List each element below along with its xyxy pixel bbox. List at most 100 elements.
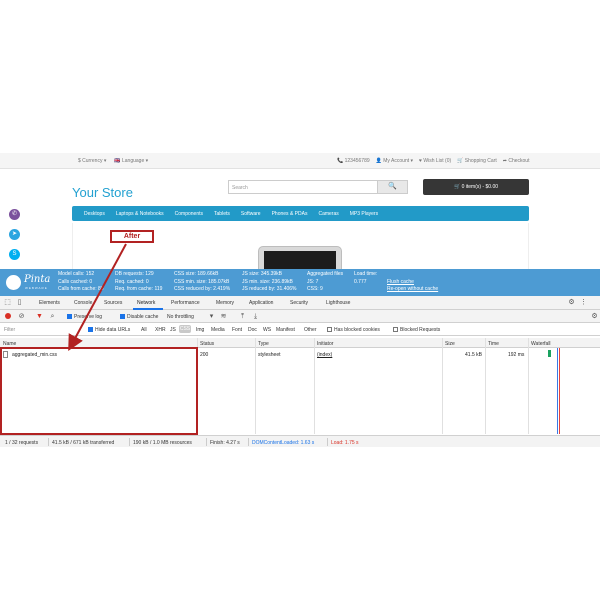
search-icon: 🔍: [388, 183, 397, 190]
type-filter-js[interactable]: JS: [170, 327, 176, 333]
store-topbar: $ Currency ▾ 🇬🇧 Language ▾ 📞 123456789 👤…: [0, 153, 600, 169]
reopen-without-cache-link[interactable]: Re-open without cache: [387, 286, 438, 294]
gear-icon[interactable]: ⚙: [568, 299, 575, 306]
profiler-db-requests: DB requests: 129 Req. cached: 0 Req. from …: [115, 271, 163, 292]
filter-input[interactable]: Filter: [4, 327, 15, 333]
tab-application[interactable]: Application: [249, 300, 273, 306]
wishlist-link[interactable]: ♥ Wish List (0): [419, 158, 451, 164]
checkbox-checked-icon: [88, 327, 93, 332]
viber-icon[interactable]: ✆: [9, 209, 20, 220]
tab-sources[interactable]: Sources: [104, 300, 122, 306]
type-filter-xhr[interactable]: XHR: [155, 327, 166, 333]
nav-item-components[interactable]: Components: [175, 211, 203, 217]
language-dropdown[interactable]: 🇬🇧 Language ▾: [114, 158, 148, 164]
blocked-requests-checkbox[interactable]: Blocked Requests: [393, 327, 440, 333]
export-har-icon[interactable]: ⤓: [252, 313, 259, 320]
type-filter-ws[interactable]: WS: [263, 327, 271, 333]
device-toggle-icon[interactable]: ▯: [16, 299, 23, 306]
type-filter-media[interactable]: Media: [211, 327, 225, 333]
inspect-icon[interactable]: ⬚: [4, 299, 11, 306]
profiler-aggregated-files: Aggregated files JS: 7 CSS: 9: [307, 271, 344, 292]
profiler-links: Flush cache Re-open without cache: [387, 279, 438, 294]
load-time: Load: 1.75 s: [331, 440, 359, 446]
nav-item-phones[interactable]: Phones & PDAs: [272, 211, 308, 217]
import-har-icon[interactable]: ⤒: [239, 313, 246, 320]
tab-memory[interactable]: Memory: [216, 300, 234, 306]
profiler-js-size: JS size: 345.39kB JS min. size: 236.89kB J…: [242, 271, 297, 292]
column-type[interactable]: Type: [258, 341, 269, 347]
nav-item-laptops[interactable]: Laptops & Notebooks: [116, 211, 164, 217]
nav-item-tablets[interactable]: Tablets: [214, 211, 230, 217]
disable-cache-checkbox[interactable]: Disable cache: [120, 314, 158, 320]
column-size[interactable]: Size: [445, 341, 455, 347]
type-filter-css[interactable]: CSS: [179, 325, 191, 333]
currency-dropdown[interactable]: $ Currency ▾: [78, 158, 106, 164]
divider: [129, 438, 130, 446]
divider: [206, 438, 207, 446]
shopping-cart-link[interactable]: 🛒 Shopping Cart: [457, 158, 497, 164]
profiler-model-calls: Model calls: 152 Calls cached: 0 Calls fro…: [58, 271, 104, 292]
record-icon[interactable]: [5, 313, 11, 319]
transferred-size: 41.5 kB / 671 kB transferred: [52, 440, 115, 446]
request-status: 200: [200, 352, 209, 358]
tab-performance[interactable]: Performance: [171, 300, 200, 306]
tab-security[interactable]: Security: [290, 300, 308, 306]
dom-content-loaded-time: DOMContentLoaded: 1.63 s: [252, 440, 315, 446]
checkbox-unchecked-icon: [393, 327, 398, 332]
divider: [327, 438, 328, 446]
type-filter-other[interactable]: Other: [304, 327, 317, 333]
type-filter-doc[interactable]: Doc: [248, 327, 257, 333]
resources-size: 190 kB / 1.0 MB resources: [133, 440, 192, 446]
store-title[interactable]: Your Store: [72, 185, 133, 200]
column-status[interactable]: Status: [200, 341, 214, 347]
divider: [248, 438, 249, 446]
filter-icon[interactable]: ▼: [36, 313, 43, 320]
clear-icon[interactable]: ⊘: [18, 313, 25, 320]
preserve-log-checkbox[interactable]: Preserve log: [67, 314, 102, 320]
search-icon[interactable]: ⌕: [49, 313, 56, 320]
search-input[interactable]: Search: [228, 180, 378, 194]
phone-link[interactable]: 📞 123456789: [337, 158, 370, 164]
nav-item-desktops[interactable]: Desktops: [84, 211, 105, 217]
hide-data-urls-checkbox[interactable]: Hide data URLs: [88, 327, 130, 333]
after-annotation-label: After: [110, 230, 154, 243]
skype-icon[interactable]: S: [9, 249, 20, 260]
network-settings-icon[interactable]: ⚙: [591, 313, 598, 320]
request-initiator-link[interactable]: (index): [317, 352, 332, 358]
network-filter-bar: Filter Hide data URLs All XHR JS CSS Img…: [0, 323, 600, 336]
throttling-select[interactable]: No throttling: [167, 314, 194, 320]
tab-network[interactable]: Network: [137, 300, 155, 306]
type-filter-manifest[interactable]: Manifest: [276, 327, 295, 333]
network-toolbar: ⊘ ▼ ⌕ Preserve log Disable cache No thro…: [0, 310, 600, 323]
requests-count: 1 / 32 requests: [5, 440, 39, 446]
chevron-down-icon[interactable]: ▾: [208, 313, 215, 320]
blocked-cookies-checkbox[interactable]: Has blocked cookies: [327, 327, 380, 333]
tab-elements[interactable]: Elements: [39, 300, 60, 306]
logo-text: Pinta: [24, 274, 51, 285]
nav-item-cameras[interactable]: Cameras: [318, 211, 338, 217]
search-button[interactable]: 🔍: [377, 180, 408, 194]
logo-subtext: WEBWARE: [25, 286, 48, 290]
load-marker: [559, 348, 560, 434]
dom-content-loaded-marker: [557, 348, 558, 434]
type-filter-font[interactable]: Font: [232, 327, 242, 333]
column-waterfall[interactable]: Waterfall: [531, 341, 551, 347]
flush-cache-link[interactable]: Flush cache: [387, 279, 438, 287]
type-filter-img[interactable]: Img: [196, 327, 204, 333]
nav-item-software[interactable]: Software: [241, 211, 261, 217]
my-account-dropdown[interactable]: 👤 My Account ▾: [376, 158, 413, 164]
telegram-icon[interactable]: ➤: [9, 229, 20, 240]
pinta-logo: Pinta WEBWARE: [6, 273, 56, 292]
logo-icon: [6, 275, 21, 290]
type-filter-all[interactable]: All: [141, 327, 147, 333]
cart-button[interactable]: 🛒 0 item(s) - $0.00: [423, 179, 529, 195]
tab-lighthouse[interactable]: Lighthouse: [326, 300, 350, 306]
column-initiator[interactable]: Initiator: [317, 341, 333, 347]
column-time[interactable]: Time: [488, 341, 499, 347]
wifi-icon[interactable]: ≋: [220, 313, 227, 320]
checkout-link[interactable]: ➦ Checkout: [503, 158, 530, 164]
more-menu-icon[interactable]: ⋮: [580, 299, 587, 306]
nav-item-mp3[interactable]: MP3 Players: [350, 211, 378, 217]
tab-console[interactable]: Console: [74, 300, 92, 306]
checkbox-unchecked-icon: [327, 327, 332, 332]
